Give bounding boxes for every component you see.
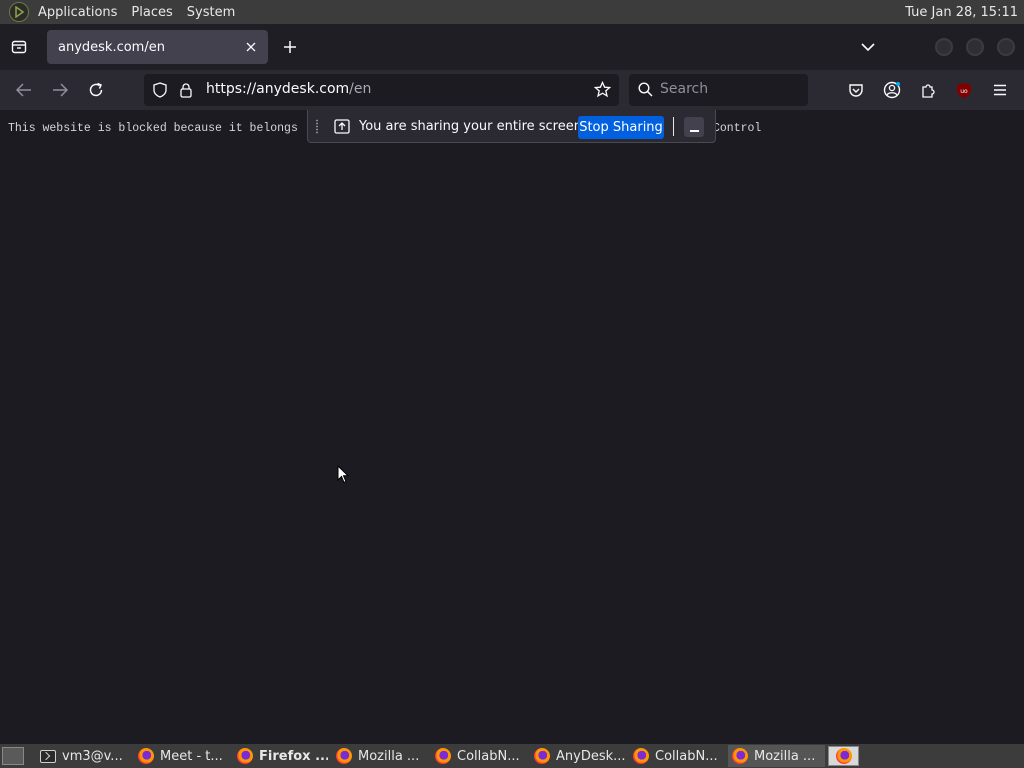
plus-icon <box>284 41 296 53</box>
menu-applications[interactable]: Applications <box>31 5 124 20</box>
task-label: CollabN... <box>457 748 520 764</box>
system-logo-icon[interactable] <box>9 2 29 22</box>
url-host: https://anydesk.com <box>206 81 350 97</box>
menu-system[interactable]: System <box>180 5 242 20</box>
taskbar-item-terminal[interactable]: vm3@v... <box>36 745 131 767</box>
taskbar-item-mozilla[interactable]: Mozilla ... <box>332 745 427 767</box>
pocket-button[interactable] <box>844 78 868 102</box>
url-path: /en <box>349 81 372 97</box>
taskbar-item-meet[interactable]: Meet - t... <box>134 745 229 767</box>
reload-icon <box>89 82 103 97</box>
taskbar-item-mozilla-active[interactable]: Mozilla ... <box>728 745 825 767</box>
taskbar-item-window[interactable] <box>828 746 859 766</box>
close-window-button[interactable] <box>997 38 1015 56</box>
forward-button[interactable] <box>48 78 72 102</box>
reload-button[interactable] <box>84 78 108 102</box>
list-all-tabs-button[interactable] <box>857 36 879 58</box>
screen-share-icon <box>334 119 350 134</box>
firefox-icon <box>534 748 550 764</box>
tab-title: anydesk.com/en <box>58 39 165 55</box>
firefox-icon <box>336 748 352 764</box>
tab-anydesk[interactable]: anydesk.com/en <box>47 30 268 64</box>
ublock-origin-icon: uo <box>957 82 971 98</box>
show-desktop-button[interactable] <box>2 747 24 765</box>
divider <box>673 117 674 136</box>
screen-sharing-indicator[interactable]: You are sharing your entire screen. Stop… <box>307 110 716 143</box>
new-tab-button[interactable] <box>279 36 301 58</box>
pocket-icon <box>849 84 863 97</box>
blocked-message-start: This website is blocked because it belon… <box>8 122 298 135</box>
task-label: Meet - t... <box>160 748 223 764</box>
firefox-icon <box>237 748 253 764</box>
close-icon <box>246 42 256 52</box>
search-icon <box>638 82 653 97</box>
bottom-taskbar: vm3@v... Meet - t... Firefox ... Mozilla… <box>0 744 1024 768</box>
arrow-left-icon <box>16 83 31 97</box>
account-icon <box>883 81 901 99</box>
minimize-icon <box>689 130 699 132</box>
url-bar[interactable]: https://anydesk.com/en <box>144 74 619 106</box>
extensions-button[interactable] <box>916 78 940 102</box>
minimize-indicator-button[interactable] <box>684 117 704 137</box>
terminal-icon <box>40 749 56 763</box>
task-label: AnyDesk... <box>556 748 625 764</box>
stop-sharing-button[interactable]: Stop Sharing <box>578 116 664 139</box>
star-icon[interactable] <box>594 81 611 98</box>
hamburger-menu-icon <box>994 84 1006 96</box>
firefox-icon <box>435 748 451 764</box>
panel-clock[interactable]: Tue Jan 28, 15:11 <box>905 5 1018 20</box>
navigation-toolbar: https://anydesk.com/en Search uo <box>0 70 1024 110</box>
search-bar[interactable]: Search <box>629 74 808 106</box>
taskbar-item-collabn[interactable]: CollabN... <box>431 745 526 767</box>
task-label: Mozilla ... <box>358 748 420 764</box>
app-menu-button[interactable] <box>988 78 1012 102</box>
maximize-window-button[interactable] <box>966 38 984 56</box>
firefox-icon <box>835 748 852 764</box>
page-content: This website is blocked because it belon… <box>0 110 1024 744</box>
search-placeholder: Search <box>660 81 709 97</box>
sharing-message: You are sharing your entire screen. <box>359 119 587 134</box>
ublock-button[interactable]: uo <box>952 78 976 102</box>
menu-places[interactable]: Places <box>124 5 179 20</box>
taskbar-item-anydesk[interactable]: AnyDesk... <box>530 745 625 767</box>
task-label: CollabN... <box>655 748 718 764</box>
firefox-view-icon <box>11 40 27 54</box>
shield-icon[interactable] <box>152 82 168 98</box>
task-label: Mozilla ... <box>754 748 816 764</box>
firefox-icon <box>633 748 649 764</box>
back-button[interactable] <box>12 78 36 102</box>
task-label: vm3@v... <box>62 748 123 764</box>
lock-icon[interactable] <box>179 82 193 98</box>
task-label: Firefox ... <box>259 748 328 764</box>
puzzle-icon <box>922 84 935 98</box>
url-text[interactable]: https://anydesk.com/en <box>206 81 371 97</box>
account-button[interactable] <box>880 78 904 102</box>
system-top-panel: Applications Places System Tue Jan 28, 1… <box>0 0 1024 24</box>
blocked-message-end: Control <box>713 122 762 135</box>
taskbar-item-collabn-2[interactable]: CollabN... <box>629 745 724 767</box>
tab-close-button[interactable] <box>242 38 260 56</box>
taskbar-item-firefox[interactable]: Firefox ... <box>233 745 328 767</box>
svg-text:uo: uo <box>960 88 968 95</box>
browser-tab-bar: anydesk.com/en <box>0 24 1024 70</box>
firefox-view-button[interactable] <box>8 36 30 58</box>
arrow-right-icon <box>53 83 68 97</box>
firefox-icon <box>732 748 748 764</box>
minimize-window-button[interactable] <box>935 38 953 56</box>
firefox-icon <box>138 748 154 764</box>
mouse-cursor-icon <box>337 465 349 484</box>
drag-handle-icon[interactable] <box>315 119 319 134</box>
chevron-down-icon <box>861 43 875 52</box>
